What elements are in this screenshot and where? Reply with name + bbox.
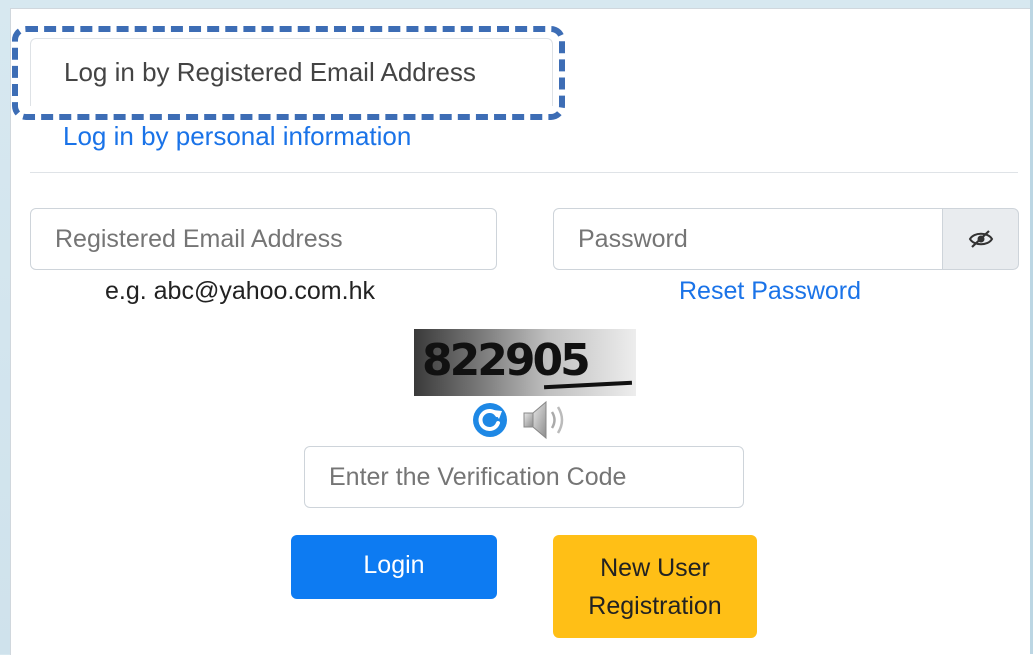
new-user-registration-button[interactable]: New User Registration bbox=[553, 535, 757, 638]
captcha-image: 822905 bbox=[414, 329, 636, 396]
refresh-icon[interactable] bbox=[472, 402, 508, 438]
captcha-code: 822905 bbox=[422, 335, 591, 386]
verification-code-field[interactable] bbox=[304, 446, 744, 508]
eye-slash-icon bbox=[968, 230, 993, 248]
email-field[interactable] bbox=[30, 208, 497, 270]
password-field[interactable] bbox=[553, 208, 943, 270]
divider bbox=[30, 172, 1018, 173]
reset-password-link[interactable]: Reset Password bbox=[679, 277, 861, 306]
highlight-annotation bbox=[12, 26, 565, 120]
email-hint: e.g. abc@yahoo.com.hk bbox=[105, 277, 375, 305]
toggle-password-visibility-button[interactable] bbox=[942, 208, 1019, 270]
login-button[interactable]: Login bbox=[291, 535, 497, 599]
tab-personal-information[interactable]: Log in by personal information bbox=[63, 121, 411, 152]
speaker-icon[interactable] bbox=[520, 398, 572, 442]
